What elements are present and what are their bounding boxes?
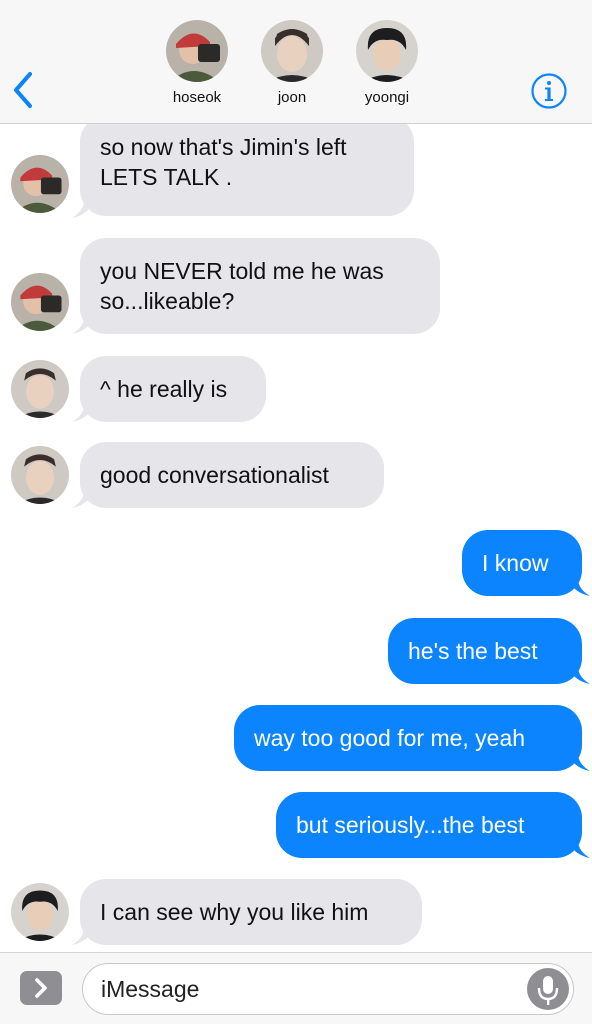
participant-name: hoseok (172, 89, 222, 106)
message-bubble[interactable]: he's the best (388, 618, 582, 684)
message-line: but seriously...the best (296, 812, 525, 838)
avatar-hoseok[interactable] (11, 273, 69, 331)
bubble-tail (568, 662, 590, 684)
bubble-tail (72, 923, 94, 945)
message-line: I can see why you like him (100, 899, 369, 925)
bubble-tail (72, 486, 94, 508)
message-line: so...likeable? (100, 288, 235, 314)
message-line: he's the best (408, 638, 538, 664)
message-bubble[interactable]: you NEVER told me he was so...likeable? (80, 238, 440, 334)
chevron-right-icon (35, 978, 47, 998)
input-placeholder: iMessage (101, 976, 200, 1002)
dictation-button[interactable] (527, 968, 569, 1010)
message-line: ^ he really is (100, 376, 228, 402)
participant-yoongi[interactable]: yoongi (342, 20, 432, 106)
message-bubble[interactable]: so now that's Jimin's left LETS TALK . (80, 124, 414, 216)
avatar (166, 20, 228, 82)
avatar (261, 20, 323, 82)
microphone-icon (537, 976, 559, 1005)
bubble-tail (568, 836, 590, 858)
bubble-tail (568, 749, 590, 771)
avatar-hoseok[interactable] (11, 155, 69, 213)
message-bubble[interactable]: good conversationalist (80, 442, 384, 508)
message-bubble[interactable]: but seriously...the best (276, 792, 582, 858)
info-button[interactable] (530, 72, 568, 110)
bubble-tail (72, 312, 94, 334)
bubble-tail (72, 196, 94, 218)
bubble-tail (568, 574, 590, 596)
participant-name: yoongi (364, 89, 410, 106)
bubble-tail (72, 400, 94, 422)
avatar-joon[interactable] (11, 360, 69, 418)
avatar-joon[interactable] (11, 446, 69, 504)
message-line: way too good for me, yeah (254, 725, 526, 751)
message-composer: iMessage (0, 952, 592, 1024)
info-icon (531, 73, 567, 109)
imessage-input[interactable]: iMessage (82, 963, 574, 1015)
back-button[interactable] (8, 68, 42, 112)
message-line: LETS TALK . (100, 164, 233, 190)
apps-button[interactable] (20, 971, 62, 1005)
participant-hoseok[interactable]: hoseok (152, 20, 242, 106)
chevron-left-icon (14, 72, 32, 108)
message-line: so now that's Jimin's left (100, 134, 347, 160)
message-bubble[interactable]: I can see why you like him (80, 879, 422, 945)
participant-joon[interactable]: joon (247, 20, 337, 106)
message-bubble[interactable]: I know (462, 530, 582, 596)
participant-name: joon (277, 89, 307, 106)
message-bubble[interactable]: ^ he really is (80, 356, 266, 422)
message-line: good conversationalist (100, 462, 329, 488)
avatar-yoongi[interactable] (11, 883, 69, 941)
conversation-header: hoseok joon yoongi (0, 0, 592, 124)
message-bubble[interactable]: way too good for me, yeah (234, 705, 582, 771)
message-thread: so now that's Jimin's left LETS TALK . y… (0, 124, 592, 952)
avatar (356, 20, 418, 82)
message-line: I know (482, 550, 549, 576)
message-line: you NEVER told me he was (100, 258, 384, 284)
